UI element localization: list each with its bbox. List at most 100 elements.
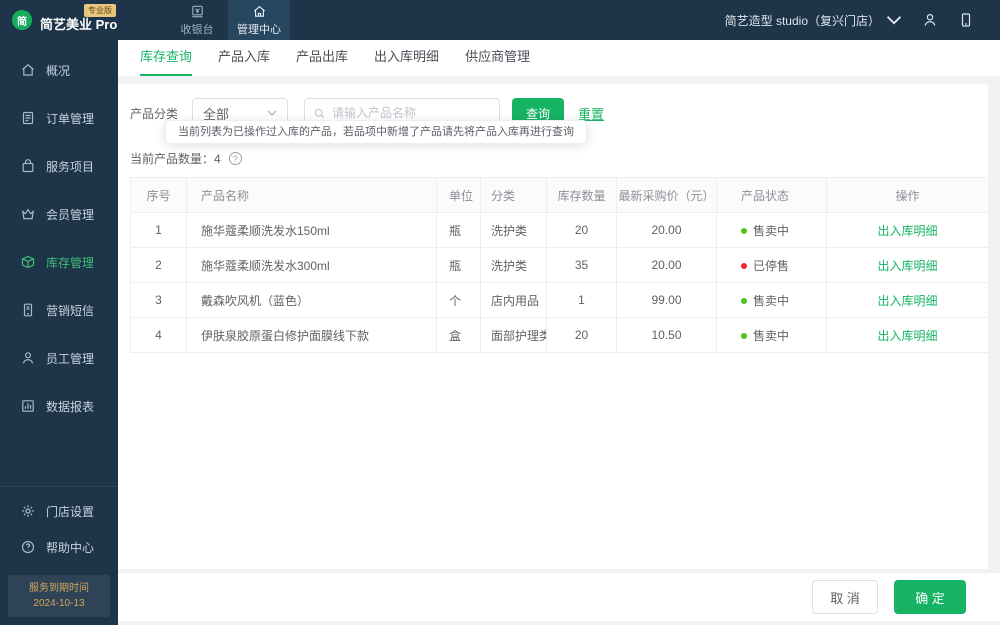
brand-logo-icon: 简	[12, 10, 32, 30]
cell-price: 20.00	[616, 212, 717, 248]
cash-register-icon	[191, 5, 203, 17]
sidebar-item-sms[interactable]: 营销短信	[0, 286, 118, 334]
chevron-down-icon	[886, 16, 902, 25]
store-switcher[interactable]: 简艺造型 studio（复兴门店）	[725, 12, 902, 29]
header-price: 最新采购价（元）	[616, 177, 717, 213]
cell-status: 售卖中	[716, 317, 827, 353]
document-icon	[22, 111, 34, 125]
cell-index: 1	[130, 212, 187, 248]
service-expiry-box: 服务到期时间 2024-10-13	[8, 575, 110, 617]
table-row: 3 戴森吹风机（蓝色） 个 店内用品 1 99.00 售卖中 出入库明细	[130, 282, 989, 318]
cell-action: 出入库明细	[826, 247, 989, 283]
service-expiry-label: 服务到期时间	[29, 583, 89, 594]
header-action: 操作	[826, 177, 989, 213]
status-dot	[741, 297, 747, 304]
header-stock: 库存数量	[546, 177, 617, 213]
app-window: 简 简艺美业 Pro 专业版 收银台 管理中心 简艺造型 studio（复兴门店…	[0, 0, 1000, 625]
cell-category: 洗护类	[480, 247, 547, 283]
header-name: 产品名称	[186, 177, 437, 213]
tab-product-outbound[interactable]: 产品出库	[296, 40, 348, 76]
header-status: 产品状态	[716, 177, 827, 213]
cell-action: 出入库明细	[826, 212, 989, 248]
tab-supplier-management[interactable]: 供应商管理	[465, 40, 530, 76]
sidebar-item-overview[interactable]: 概况	[0, 46, 118, 94]
sidebar-item-label: 订单管理	[46, 111, 95, 126]
sidebar-item-label: 门店设置	[46, 504, 95, 519]
sidebar-item-label: 帮助中心	[46, 540, 95, 555]
cell-name: 施华蔻柔顺洗发水150ml	[186, 212, 437, 248]
status-text: 售卖中	[753, 223, 790, 238]
cell-status: 售卖中	[716, 212, 827, 248]
cell-category: 洗护类	[480, 212, 547, 248]
topnav-cashier[interactable]: 收银台	[166, 0, 228, 40]
cell-action: 出入库明细	[826, 282, 989, 318]
inventory-table: 序号 产品名称 单位 分类 库存数量 最新采购价（元） 产品状态 操作 1 施华…	[130, 177, 989, 353]
status-dot	[741, 332, 747, 339]
inout-detail-link[interactable]: 出入库明细	[877, 294, 937, 308]
inout-detail-link[interactable]: 出入库明细	[877, 329, 937, 343]
product-count-value: 4	[214, 151, 221, 166]
sidebar-bottom: 门店设置 帮助中心 服务到期时间 2024-10-13	[0, 486, 118, 625]
category-filter-label: 产品分类	[130, 106, 179, 121]
store-name: 简艺造型 studio（复兴门店）	[724, 13, 880, 28]
cell-index: 4	[130, 317, 187, 353]
sidebar-item-label: 会员管理	[46, 207, 95, 222]
inbound-hint-tooltip: 当前列表为已操作过入库的产品，若品项中新增了产品请先将产品入库再进行查询	[165, 120, 587, 144]
search-icon	[314, 108, 325, 118]
inout-detail-link[interactable]: 出入库明细	[877, 259, 937, 273]
crown-icon	[21, 208, 35, 220]
cell-unit: 瓶	[436, 212, 481, 248]
cell-stock: 20	[546, 317, 617, 353]
sms-phone-icon	[23, 303, 33, 317]
sidebar-item-services[interactable]: 服务项目	[0, 142, 118, 190]
cell-stock: 35	[546, 247, 617, 283]
bar-chart-icon	[22, 400, 34, 412]
cell-unit: 瓶	[436, 247, 481, 283]
sidebar: 概况 订单管理 服务项目 会员管理 库存管理 营销短信 员工管理 数据报表 门店…	[0, 40, 118, 625]
sidebar-item-reports[interactable]: 数据报表	[0, 382, 118, 430]
brand: 简 简艺美业 Pro 专业版	[0, 0, 150, 40]
cell-category: 面部护理类	[480, 317, 547, 353]
confirm-button[interactable]: 确 定	[894, 580, 966, 614]
top-bar: 简 简艺美业 Pro 专业版 收银台 管理中心 简艺造型 studio（复兴门店…	[0, 0, 1000, 40]
inout-detail-link[interactable]: 出入库明细	[877, 224, 937, 238]
cell-index: 2	[130, 247, 187, 283]
header-category: 分类	[480, 177, 547, 213]
status-text: 已停售	[753, 258, 790, 273]
topnav-management[interactable]: 管理中心	[228, 0, 290, 40]
home-icon	[253, 5, 265, 17]
tab-product-inbound[interactable]: 产品入库	[218, 40, 270, 76]
sidebar-item-staff[interactable]: 员工管理	[0, 334, 118, 382]
mobile-phone-icon[interactable]	[958, 12, 974, 28]
sidebar-item-label: 服务项目	[46, 159, 95, 174]
sidebar-item-orders[interactable]: 订单管理	[0, 94, 118, 142]
user-icon[interactable]	[922, 12, 938, 28]
help-question-icon[interactable]: ?	[228, 152, 242, 165]
product-search-input[interactable]	[332, 106, 492, 120]
sidebar-item-members[interactable]: 会员管理	[0, 190, 118, 238]
question-circle-icon	[21, 540, 35, 554]
cell-status: 售卖中	[716, 282, 827, 318]
sidebar-item-inventory[interactable]: 库存管理	[0, 238, 118, 286]
cell-status: 已停售	[716, 247, 827, 283]
sidebar-item-store-settings[interactable]: 门店设置	[0, 493, 118, 529]
sidebar-item-label: 营销短信	[46, 303, 95, 318]
tab-inout-detail[interactable]: 出入库明细	[374, 40, 439, 76]
cell-index: 3	[130, 282, 187, 318]
table-row: 1 施华蔻柔顺洗发水150ml 瓶 洗护类 20 20.00 售卖中 出入库明细	[130, 212, 989, 248]
sidebar-item-label: 数据报表	[46, 399, 95, 414]
cell-stock: 20	[546, 212, 617, 248]
cell-price: 20.00	[616, 247, 717, 283]
service-expiry-date: 2024-10-13	[33, 598, 85, 609]
inventory-tabbar: 库存查询 产品入库 产品出库 出入库明细 供应商管理	[118, 40, 1000, 76]
header-unit: 单位	[436, 177, 481, 213]
sidebar-item-help-center[interactable]: 帮助中心	[0, 529, 118, 565]
topnav-management-label: 管理中心	[237, 23, 281, 36]
cell-action: 出入库明细	[826, 317, 989, 353]
chevron-down-icon	[267, 110, 277, 116]
product-count-label: 当前产品数量：	[130, 152, 215, 166]
main-content: 库存查询 产品入库 产品出库 出入库明细 供应商管理 产品分类 全部 请输入产品…	[118, 40, 1000, 625]
cancel-button[interactable]: 取 消	[812, 580, 878, 614]
sidebar-item-label: 员工管理	[46, 351, 95, 366]
tab-stock-query[interactable]: 库存查询	[140, 40, 193, 76]
